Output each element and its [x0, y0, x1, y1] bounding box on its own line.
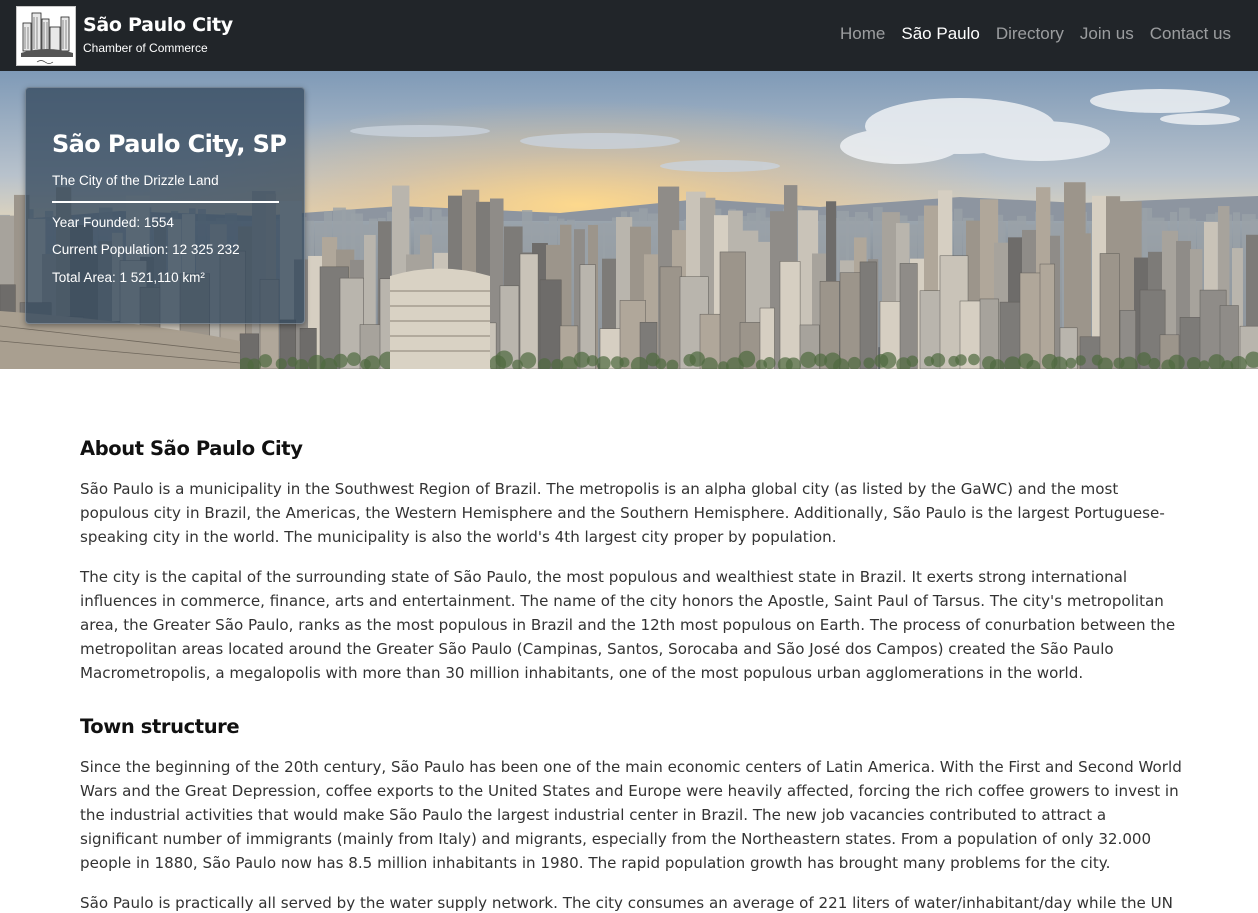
nav-join-us[interactable]: Join us — [1080, 24, 1134, 44]
about-heading: About São Paulo City — [80, 437, 303, 460]
nav-sao-paulo[interactable]: São Paulo — [901, 24, 979, 44]
city-sketch-icon — [17, 7, 75, 65]
city-info-card: São Paulo City, SP The City of the Drizz… — [25, 87, 305, 324]
fact-total-area: Total Area: 1 521,110 km² — [52, 270, 205, 285]
about-paragraph-2: The city is the capital of the surroundi… — [80, 568, 1176, 682]
fact-year-founded: Year Founded: 1554 — [52, 215, 174, 230]
main-content: About São Paulo City São Paulo is a muni… — [80, 437, 1185, 913]
town-structure-paragraph-1: Since the beginning of the 20th century,… — [80, 758, 1182, 872]
card-divider — [52, 201, 279, 203]
brand-title[interactable]: São Paulo City — [83, 14, 233, 36]
card-title: São Paulo City, SP — [52, 130, 287, 158]
fact-population: Current Population: 12 325 232 — [52, 242, 240, 257]
main-nav: Home São Paulo Directory Join us Contact… — [840, 24, 1231, 44]
nav-contact-us[interactable]: Contact us — [1150, 24, 1231, 44]
hero-banner: São Paulo City, SP The City of the Drizz… — [0, 71, 1258, 369]
about-paragraph-1: São Paulo is a municipality in the South… — [80, 480, 1165, 546]
nav-home[interactable]: Home — [840, 24, 885, 44]
town-structure-heading: Town structure — [80, 715, 240, 738]
brand-subtitle: Chamber of Commerce — [83, 41, 208, 55]
navbar: São Paulo City Chamber of Commerce Home … — [0, 0, 1258, 71]
card-subtitle: The City of the Drizzle Land — [52, 173, 219, 188]
nav-directory[interactable]: Directory — [996, 24, 1064, 44]
logo-image[interactable] — [16, 6, 76, 66]
town-structure-paragraph-2: São Paulo is practically all served by t… — [80, 894, 1173, 912]
